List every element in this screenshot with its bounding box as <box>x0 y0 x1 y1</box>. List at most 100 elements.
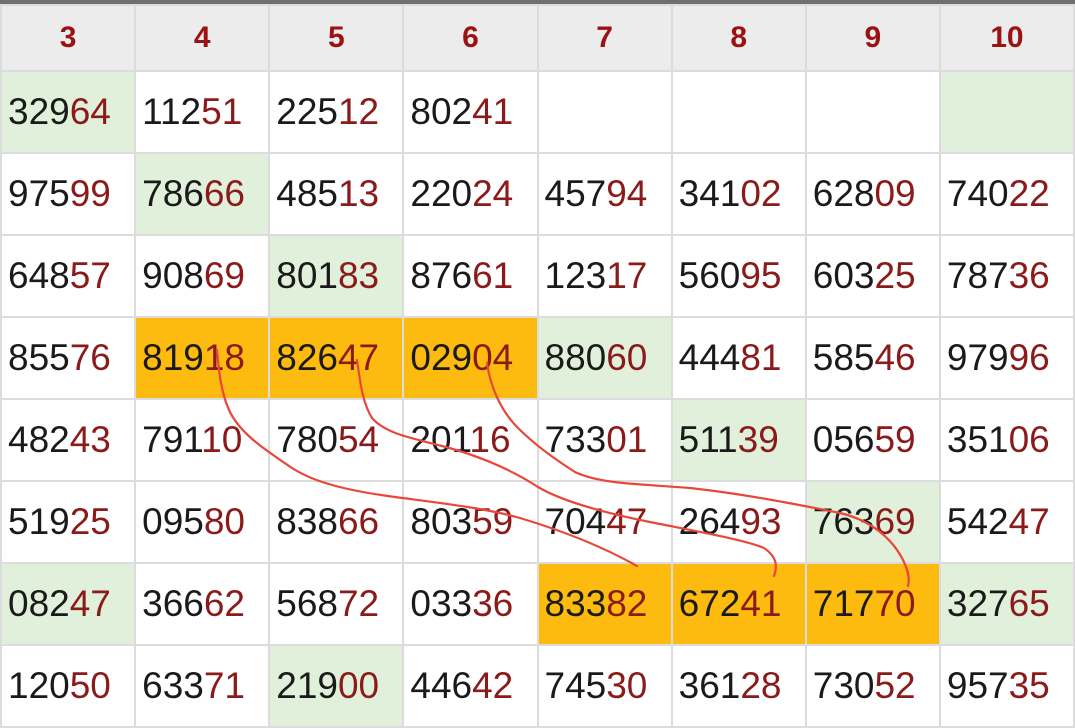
grid-cell[interactable]: 22512 <box>268 70 405 154</box>
grid-cell[interactable]: 12050 <box>0 644 137 728</box>
cell-trailing-digits: 36 <box>1008 255 1050 296</box>
grid-cell[interactable]: 54247 <box>938 480 1075 564</box>
grid-cell[interactable]: 03336 <box>402 562 539 646</box>
cell-trailing-digits: 30 <box>606 665 648 706</box>
grid-cell[interactable]: 88060 <box>536 316 673 400</box>
column-header[interactable]: 4 <box>134 4 271 72</box>
grid-cell[interactable]: 83382 <box>536 562 673 646</box>
grid-cell[interactable]: 08247 <box>0 562 137 646</box>
grid-cell[interactable]: 34102 <box>670 152 807 236</box>
column-header[interactable]: 6 <box>402 4 539 72</box>
grid-cell[interactable]: 76369 <box>804 480 941 564</box>
grid-cell[interactable]: 95735 <box>938 644 1075 728</box>
cell-trailing-digits: 99 <box>69 173 111 214</box>
cell-leading-digits: 704 <box>544 501 607 542</box>
cell-trailing-digits: 52 <box>874 665 916 706</box>
grid-cell[interactable]: 51925 <box>0 480 137 564</box>
grid-cell[interactable]: 48513 <box>268 152 405 236</box>
grid-cell[interactable]: 44642 <box>402 644 539 728</box>
grid-cell[interactable]: 80183 <box>268 234 405 318</box>
grid-cell[interactable]: 21900 <box>268 644 405 728</box>
column-header[interactable]: 9 <box>804 4 941 72</box>
cell-leading-digits: 225 <box>276 91 338 132</box>
grid-cell[interactable]: 97599 <box>0 152 137 236</box>
grid-cell[interactable] <box>536 70 673 154</box>
column-header[interactable]: 5 <box>268 4 405 72</box>
cell-trailing-digits: 80 <box>203 501 246 542</box>
grid-cell[interactable]: 97996 <box>938 316 1075 400</box>
column-header[interactable]: 8 <box>670 4 807 72</box>
grid-cell[interactable]: 85576 <box>0 316 137 400</box>
grid-cell[interactable]: 56872 <box>268 562 405 646</box>
grid-cell[interactable]: 36662 <box>134 562 271 646</box>
number-grid: 3 4 5 6 7 8 9 10 32964 11251 22512 80241 975… <box>0 4 1075 728</box>
grid-cell[interactable] <box>670 70 807 154</box>
grid-cell[interactable]: 80359 <box>402 480 539 564</box>
grid-cell[interactable]: 71770 <box>804 562 941 646</box>
grid-cell[interactable]: 78054 <box>268 398 405 482</box>
cell-trailing-digits: 43 <box>69 419 111 460</box>
grid-cell[interactable]: 12317 <box>536 234 673 318</box>
grid-cell[interactable]: 82647 <box>268 316 405 400</box>
cell-trailing-digits: 65 <box>1008 583 1050 624</box>
table-row: 32964 11251 22512 80241 <box>0 70 1075 154</box>
grid-cell[interactable]: 32765 <box>938 562 1075 646</box>
grid-cell[interactable]: 56095 <box>670 234 807 318</box>
grid-cell[interactable]: 80241 <box>402 70 539 154</box>
column-header[interactable]: 3 <box>0 4 137 72</box>
cell-leading-digits: 123 <box>544 255 607 296</box>
grid-cell[interactable]: 11251 <box>134 70 271 154</box>
grid-cell[interactable]: 26493 <box>670 480 807 564</box>
grid-cell[interactable]: 35106 <box>938 398 1075 482</box>
table-row: 48243 79110 78054 20116 73301 51139 05659 35106 <box>0 398 1075 482</box>
grid-cell[interactable]: 05659 <box>804 398 941 482</box>
grid-cell[interactable]: 67241 <box>670 562 807 646</box>
column-header[interactable]: 10 <box>938 4 1075 72</box>
table-row: 51925 09580 83866 80359 70447 26493 76369 54247 <box>0 480 1075 564</box>
grid-cell[interactable]: 02904 <box>402 316 539 400</box>
grid-cell[interactable] <box>804 70 941 154</box>
grid-cell[interactable]: 70447 <box>536 480 673 564</box>
grid-cell[interactable]: 58546 <box>804 316 941 400</box>
cell-trailing-digits: 39 <box>737 419 779 460</box>
grid-cell[interactable]: 87661 <box>402 234 539 318</box>
cell-leading-digits: 672 <box>678 583 741 624</box>
grid-cell[interactable]: 62809 <box>804 152 941 236</box>
grid-cell[interactable]: 60325 <box>804 234 941 318</box>
grid-cell[interactable]: 78666 <box>134 152 271 236</box>
grid-cell[interactable]: 22024 <box>402 152 539 236</box>
cell-trailing-digits: 17 <box>606 255 648 296</box>
grid-cell[interactable]: 20116 <box>402 398 539 482</box>
cell-leading-digits: 056 <box>812 419 875 460</box>
cell-leading-digits: 361 <box>678 665 741 706</box>
grid-cell[interactable]: 45794 <box>536 152 673 236</box>
grid-cell[interactable]: 73301 <box>536 398 673 482</box>
grid-cell[interactable]: 83866 <box>268 480 405 564</box>
grid-cell[interactable]: 74022 <box>938 152 1075 236</box>
cell-trailing-digits: 96 <box>1008 337 1050 378</box>
cell-leading-digits: 568 <box>276 583 338 624</box>
grid-cell[interactable]: 36128 <box>670 644 807 728</box>
cell-leading-digits: 457 <box>544 173 607 214</box>
grid-cell[interactable]: 64857 <box>0 234 137 318</box>
cell-trailing-digits: 94 <box>606 173 648 214</box>
grid-cell[interactable]: 48243 <box>0 398 137 482</box>
grid-cell[interactable]: 32964 <box>0 70 137 154</box>
grid-cell[interactable]: 74530 <box>536 644 673 728</box>
cell-leading-digits: 603 <box>812 255 875 296</box>
grid-cell[interactable]: 63371 <box>134 644 271 728</box>
grid-cell[interactable]: 73052 <box>804 644 941 728</box>
grid-cell[interactable]: 90869 <box>134 234 271 318</box>
grid-cell[interactable]: 81918 <box>134 316 271 400</box>
cell-leading-digits: 112 <box>142 91 202 132</box>
grid-cell[interactable] <box>938 70 1075 154</box>
grid-cell[interactable]: 79110 <box>134 398 271 482</box>
cell-leading-digits: 120 <box>8 665 70 706</box>
grid-cell[interactable]: 51139 <box>670 398 807 482</box>
grid-cell[interactable]: 78736 <box>938 234 1075 318</box>
column-header[interactable]: 7 <box>536 4 673 72</box>
cell-trailing-digits: 12 <box>337 91 380 132</box>
cell-trailing-digits: 18 <box>203 337 246 378</box>
grid-cell[interactable]: 09580 <box>134 480 271 564</box>
grid-cell[interactable]: 44481 <box>670 316 807 400</box>
